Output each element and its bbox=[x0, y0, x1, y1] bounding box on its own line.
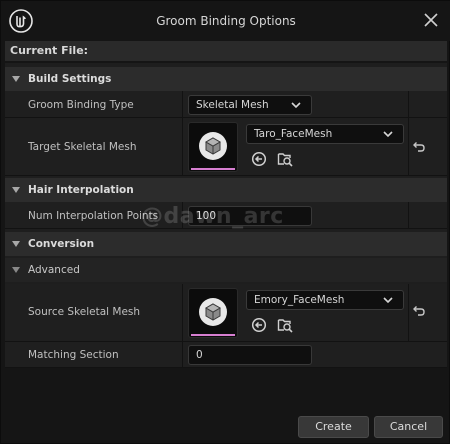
subsection-label: Advanced bbox=[28, 264, 80, 276]
property-groom-binding-type: Groom Binding Type Skeletal Mesh bbox=[5, 91, 447, 118]
dropdown-value: Taro_FaceMesh bbox=[254, 128, 333, 140]
property-label: Groom Binding Type bbox=[28, 99, 134, 111]
property-target-skeletal-mesh: Target Skeletal Mesh Taro_FaceMesh bbox=[5, 118, 447, 176]
close-icon[interactable] bbox=[421, 10, 441, 30]
collapse-caret-icon[interactable] bbox=[12, 267, 20, 273]
dropdown-value: Skeletal Mesh bbox=[196, 99, 269, 111]
subsection-advanced[interactable]: Advanced bbox=[5, 258, 447, 282]
target-mesh-thumbnail[interactable] bbox=[188, 122, 238, 172]
groom-binding-type-dropdown[interactable]: Skeletal Mesh bbox=[188, 95, 312, 115]
dialog-title: Groom Binding Options bbox=[156, 14, 296, 28]
property-label: Matching Section bbox=[28, 349, 119, 361]
chevron-down-icon bbox=[383, 131, 393, 138]
section-build-settings[interactable]: Build Settings bbox=[5, 67, 447, 91]
section-conversion[interactable]: Conversion bbox=[5, 232, 447, 256]
reset-icon[interactable] bbox=[410, 303, 426, 319]
property-label: Source Skeletal Mesh bbox=[28, 306, 141, 318]
property-matching-section: Matching Section 0 bbox=[5, 342, 447, 368]
section-label: Conversion bbox=[28, 238, 95, 250]
cube-icon bbox=[199, 298, 227, 326]
chevron-down-icon bbox=[291, 102, 301, 109]
collapse-caret-icon[interactable] bbox=[12, 187, 20, 193]
use-selected-icon[interactable] bbox=[251, 317, 267, 333]
section-label: Build Settings bbox=[28, 73, 112, 85]
source-skeletal-mesh-dropdown[interactable]: Emory_FaceMesh bbox=[246, 290, 404, 310]
source-mesh-thumbnail[interactable] bbox=[188, 288, 238, 338]
cancel-button[interactable]: Cancel bbox=[374, 416, 443, 438]
thumbnail-accent-bar bbox=[191, 168, 235, 170]
section-label: Hair Interpolation bbox=[28, 184, 134, 196]
cube-icon bbox=[199, 132, 227, 160]
reset-icon[interactable] bbox=[410, 139, 426, 155]
matching-section-input[interactable]: 0 bbox=[188, 345, 312, 365]
current-file-label: Current File: bbox=[10, 44, 89, 57]
target-skeletal-mesh-dropdown[interactable]: Taro_FaceMesh bbox=[246, 124, 404, 144]
property-label: Target Skeletal Mesh bbox=[28, 141, 137, 153]
browse-icon[interactable] bbox=[277, 317, 293, 333]
collapse-caret-icon[interactable] bbox=[12, 76, 20, 82]
property-label: Num Interpolation Points bbox=[28, 210, 159, 222]
dropdown-value: Emory_FaceMesh bbox=[254, 294, 345, 306]
input-value: 0 bbox=[196, 349, 203, 361]
thumbnail-accent-bar bbox=[191, 334, 235, 336]
current-file-header: Current File: bbox=[5, 41, 447, 61]
chevron-down-icon bbox=[383, 297, 393, 304]
watermark-text: @dawn_arc bbox=[141, 204, 284, 229]
property-source-skeletal-mesh: Source Skeletal Mesh Emory_FaceMesh bbox=[5, 284, 447, 342]
section-hair-interpolation[interactable]: Hair Interpolation bbox=[5, 178, 447, 202]
create-button[interactable]: Create bbox=[298, 416, 369, 438]
browse-icon[interactable] bbox=[277, 151, 293, 167]
use-selected-icon[interactable] bbox=[251, 151, 267, 167]
title-bar: Groom Binding Options bbox=[1, 1, 450, 41]
collapse-caret-icon[interactable] bbox=[12, 241, 20, 247]
groom-binding-options-dialog: Groom Binding Options Current File: Buil… bbox=[0, 0, 450, 444]
